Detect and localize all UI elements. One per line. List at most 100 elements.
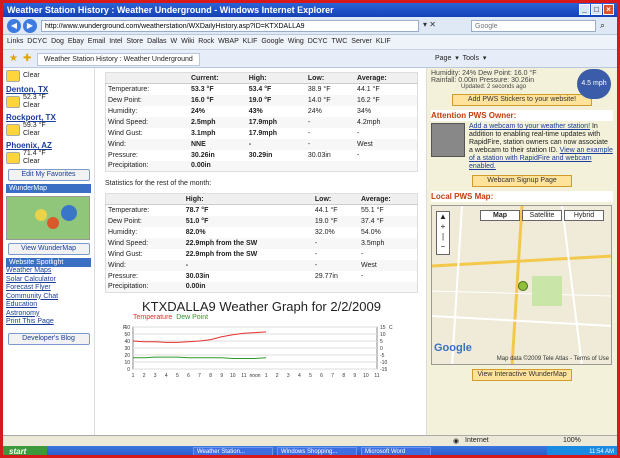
window-controls: _ □ × xyxy=(579,4,614,15)
spotlight-link[interactable]: Astronomy xyxy=(6,310,91,319)
city-item[interactable]: Clear xyxy=(6,70,91,82)
minimize-button[interactable]: _ xyxy=(579,4,590,15)
table-cell: Temperature: xyxy=(108,85,150,93)
spotlight-link[interactable]: Weather Maps xyxy=(6,267,91,276)
map-tab-satellite[interactable]: Satellite xyxy=(522,210,562,221)
y2-tick-label: 5 xyxy=(380,339,383,345)
link-5[interactable]: Intel xyxy=(109,38,126,45)
start-button[interactable]: start xyxy=(3,446,47,455)
table-cell: Wind Gust: xyxy=(108,129,143,137)
table-row: Wind Speed: 22.9mph from the SW -3.5mph xyxy=(105,237,418,249)
table-cell: 34% xyxy=(357,107,372,115)
map-tab-map[interactable]: Map xyxy=(480,210,520,221)
table-cell: 17.9mph xyxy=(248,129,278,137)
spotlight-link[interactable]: Community Chat xyxy=(6,293,91,302)
spotlight-link[interactable]: Forecast Flyer xyxy=(6,284,91,293)
link-14[interactable]: TWC Server xyxy=(331,38,375,45)
link-6[interactable]: Store xyxy=(126,38,147,45)
x-tick-label: 9 xyxy=(353,373,356,379)
link-15[interactable]: KLIF xyxy=(376,38,391,45)
link-1[interactable]: DCYC xyxy=(27,38,51,45)
task-word[interactable]: Microsoft Word xyxy=(361,447,431,455)
zoom-control[interactable]: ▲ + | − xyxy=(436,211,450,255)
close-button[interactable]: × xyxy=(603,4,614,15)
webcam-signup-button[interactable]: Webcam Signup Page xyxy=(472,175,572,187)
view-wundermap-button[interactable]: View WunderMap xyxy=(7,243,90,255)
city-item[interactable]: Phoenix, AZ 71.4 °F Clear xyxy=(6,141,91,166)
city-item[interactable]: Rockport, TX 59.3 °F Clear xyxy=(6,113,91,138)
link-11[interactable]: KLIF xyxy=(243,38,262,45)
forward-icon[interactable]: ▶ xyxy=(23,19,37,33)
column-header: Current: xyxy=(188,72,247,84)
zoom-level[interactable]: 100% xyxy=(563,437,581,444)
spotlight-link[interactable]: Solar Calculator xyxy=(6,276,91,285)
link-12[interactable]: Google xyxy=(261,38,288,45)
link-9[interactable]: Rock xyxy=(198,38,218,45)
spotlight-link[interactable]: Education xyxy=(6,301,91,310)
add-favorite-icon[interactable]: ✚ xyxy=(23,53,31,64)
command-bar[interactable]: Page ▾ Tools ▾ xyxy=(435,54,486,62)
add-stickers-button[interactable]: Add PWS Stickers to your website! xyxy=(452,94,592,106)
active-tab[interactable]: Weather Station History : Weather Underg… xyxy=(37,53,200,66)
map-tab-hybrid[interactable]: Hybrid xyxy=(564,210,604,221)
edit-favorites-button[interactable]: Edit My Favorites xyxy=(7,169,90,181)
y2-tick-label: 10 xyxy=(380,332,386,338)
right-sidebar: Humidity: 24% Dew Point: 16.0 °F Rainfal… xyxy=(426,68,617,435)
tab-bar: ★ ✚ Weather Station History : Weather Un… xyxy=(3,50,617,68)
link-0[interactable]: Links xyxy=(7,38,27,45)
task-shopping[interactable]: Windows Shopping... xyxy=(277,447,357,455)
column-header xyxy=(105,193,184,205)
search-input[interactable] xyxy=(471,20,596,32)
view-interactive-map-button[interactable]: View Interactive WunderMap xyxy=(472,369,572,381)
x-tick-label: 9 xyxy=(220,373,223,379)
city-name[interactable]: Denton, TX xyxy=(6,85,91,94)
station-marker-icon[interactable] xyxy=(518,281,528,291)
link-3[interactable]: Ebay xyxy=(68,38,88,45)
task-weather[interactable]: Weather Station... xyxy=(193,447,273,455)
table-cell: 22.9mph from the SW xyxy=(183,237,313,249)
link-8[interactable]: W Wiki xyxy=(171,38,199,45)
sun-icon xyxy=(6,70,20,82)
search-icon[interactable]: ⌕ xyxy=(600,20,605,31)
table-cell: 53.3 °F xyxy=(190,85,214,93)
table-cell: - xyxy=(314,250,318,258)
add-webcam-link[interactable]: Add a webcam to your weather station! xyxy=(469,123,590,130)
table-cell: - xyxy=(312,259,359,271)
table-cell: 30.26in xyxy=(190,151,215,159)
table-cell xyxy=(305,160,356,172)
back-icon[interactable]: ◀ xyxy=(7,19,21,33)
table-cell: - xyxy=(357,129,360,137)
table-cell: 51.0 °F xyxy=(183,215,313,227)
sun-icon xyxy=(6,152,20,164)
city-item[interactable]: Denton, TX 52.3 °F Clear xyxy=(6,85,91,110)
x-tick-label: 2 xyxy=(143,373,146,379)
link-13[interactable]: Wing DCYC xyxy=(288,38,332,45)
refresh-stop-controls[interactable]: ▾ ✕ xyxy=(423,20,436,29)
title-bar: Weather Station History : Weather Underg… xyxy=(3,3,617,17)
city-name[interactable]: Phoenix, AZ xyxy=(6,141,91,150)
table-row: Dew Point: 16.0 °F 19.0 °F 14.0 °F 16.2 °F xyxy=(105,94,418,106)
globe-icon: ◉ xyxy=(453,438,460,445)
developer-blog-button[interactable]: Developer's Blog xyxy=(7,332,90,345)
x-tick-label: noon xyxy=(249,373,260,379)
legend-dewpoint: Dew Point xyxy=(176,314,209,321)
table-cell: Humidity: xyxy=(108,228,138,236)
table-cell: 14.0 °F xyxy=(305,94,356,106)
link-4[interactable]: Email xyxy=(88,38,109,45)
wundermap-thumbnail[interactable] xyxy=(6,196,90,240)
favorites-star-icon[interactable]: ★ xyxy=(9,53,18,64)
local-pws-map[interactable]: Map Satellite Hybrid ▲ + | − Google Map dat… xyxy=(431,205,612,365)
maximize-button[interactable]: □ xyxy=(591,4,602,15)
table-cell: 24% xyxy=(307,107,322,115)
table-cell: 17.9mph xyxy=(246,116,306,128)
url-input[interactable] xyxy=(41,20,419,32)
stats-heading: Statistics for the rest of the month: xyxy=(105,180,212,187)
link-2[interactable]: Dog xyxy=(51,38,68,45)
table-cell: 30.29in xyxy=(248,151,273,159)
city-name[interactable]: Rockport, TX xyxy=(6,113,91,122)
link-7[interactable]: Dallas xyxy=(147,38,170,45)
spotlight-link[interactable]: Print This Page xyxy=(6,318,91,327)
spotlight-links: Weather Maps Solar Calculator Forecast Fly… xyxy=(6,267,91,327)
link-10[interactable]: WBAP xyxy=(218,38,242,45)
table-cell: 3.1mph xyxy=(190,129,216,137)
